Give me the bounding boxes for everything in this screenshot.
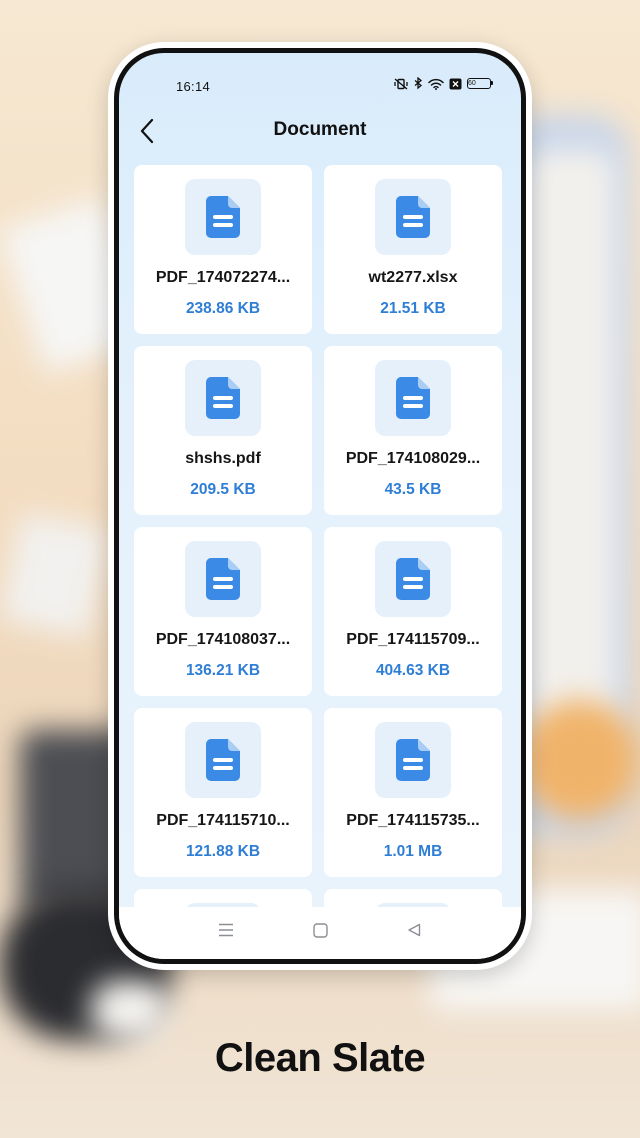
file-card[interactable]: PDF_174115709... 404.63 KB	[324, 527, 502, 696]
document-icon-box	[375, 360, 451, 436]
document-icon-box	[185, 541, 261, 617]
menu-icon	[219, 923, 233, 937]
sim-off-icon	[449, 78, 462, 90]
background-phone-screen	[525, 150, 615, 790]
header: Document	[119, 111, 521, 151]
document-icon	[206, 739, 240, 781]
document-icon-box	[375, 179, 451, 255]
file-card[interactable]: PDF_174072274... 238.86 KB	[134, 165, 312, 334]
background-paper	[0, 511, 111, 639]
battery-icon: 60	[467, 78, 493, 89]
file-name: PDF_174115709...	[346, 631, 480, 648]
page-title: Document	[273, 119, 367, 140]
background-crumpled-paper	[90, 980, 170, 1040]
file-size: 43.5 KB	[384, 481, 442, 498]
recents-button[interactable]	[208, 912, 244, 948]
file-card[interactable]: PDF_174115735... 1.01 MB	[324, 708, 502, 877]
document-icon-box	[185, 360, 261, 436]
document-icon	[206, 196, 240, 238]
document-icon	[396, 196, 430, 238]
home-square-icon	[312, 922, 328, 938]
wifi-icon	[428, 78, 444, 90]
file-card[interactable]: PDF_174108037... 136.21 KB	[134, 527, 312, 696]
file-name: PDF_174115710...	[156, 812, 290, 829]
promo-caption: Clean Slate	[214, 1036, 426, 1080]
document-icon	[396, 739, 430, 781]
document-icon	[206, 377, 240, 419]
file-size: 121.88 KB	[185, 843, 261, 860]
file-name: PDF_174108037...	[155, 631, 291, 648]
phone-bezel: 16:14 60 Document PDF_174072274... 238.8…	[114, 48, 526, 964]
document-icon-box	[375, 541, 451, 617]
file-size: 209.5 KB	[190, 481, 256, 498]
system-nav-bar	[119, 907, 521, 959]
phone-screen: 16:14 60 Document PDF_174072274... 238.8…	[119, 53, 521, 959]
document-icon-box	[375, 722, 451, 798]
file-name: PDF_174108029...	[345, 450, 481, 467]
file-size: 1.01 MB	[383, 843, 443, 860]
file-size: 21.51 KB	[380, 300, 446, 317]
status-icons: 60	[393, 77, 493, 90]
phone-frame: 16:14 60 Document PDF_174072274... 238.8…	[108, 42, 532, 970]
document-icon	[396, 558, 430, 600]
file-card[interactable]: PDF_174108029... 43.5 KB	[324, 346, 502, 515]
file-name: PDF_174115735...	[346, 812, 480, 829]
home-button[interactable]	[302, 912, 338, 948]
file-card[interactable]: shshs.pdf 209.5 KB	[134, 346, 312, 515]
background-orange-object	[520, 700, 640, 820]
document-icon-box	[185, 722, 261, 798]
file-name: PDF_174072274...	[155, 269, 291, 286]
mute-vibrate-icon	[393, 77, 409, 90]
status-time: 16:14	[176, 79, 211, 94]
document-icon-box	[185, 179, 261, 255]
file-name: shshs.pdf	[185, 450, 261, 467]
file-name: wt2277.xlsx	[368, 269, 458, 286]
file-card[interactable]: wt2277.xlsx 21.51 KB	[324, 165, 502, 334]
status-bar: 16:14 60	[119, 73, 521, 97]
back-nav-button[interactable]	[396, 912, 432, 948]
back-triangle-icon	[408, 923, 421, 937]
document-icon	[396, 377, 430, 419]
file-size: 238.86 KB	[185, 300, 261, 317]
file-size: 136.21 KB	[185, 662, 261, 679]
file-card[interactable]: PDF_174115710... 121.88 KB	[134, 708, 312, 877]
file-grid: PDF_174072274... 238.86 KB wt2277.xlsx 2…	[134, 165, 504, 919]
file-size: 404.63 KB	[375, 662, 451, 679]
bluetooth-icon	[414, 77, 423, 90]
document-icon	[206, 558, 240, 600]
